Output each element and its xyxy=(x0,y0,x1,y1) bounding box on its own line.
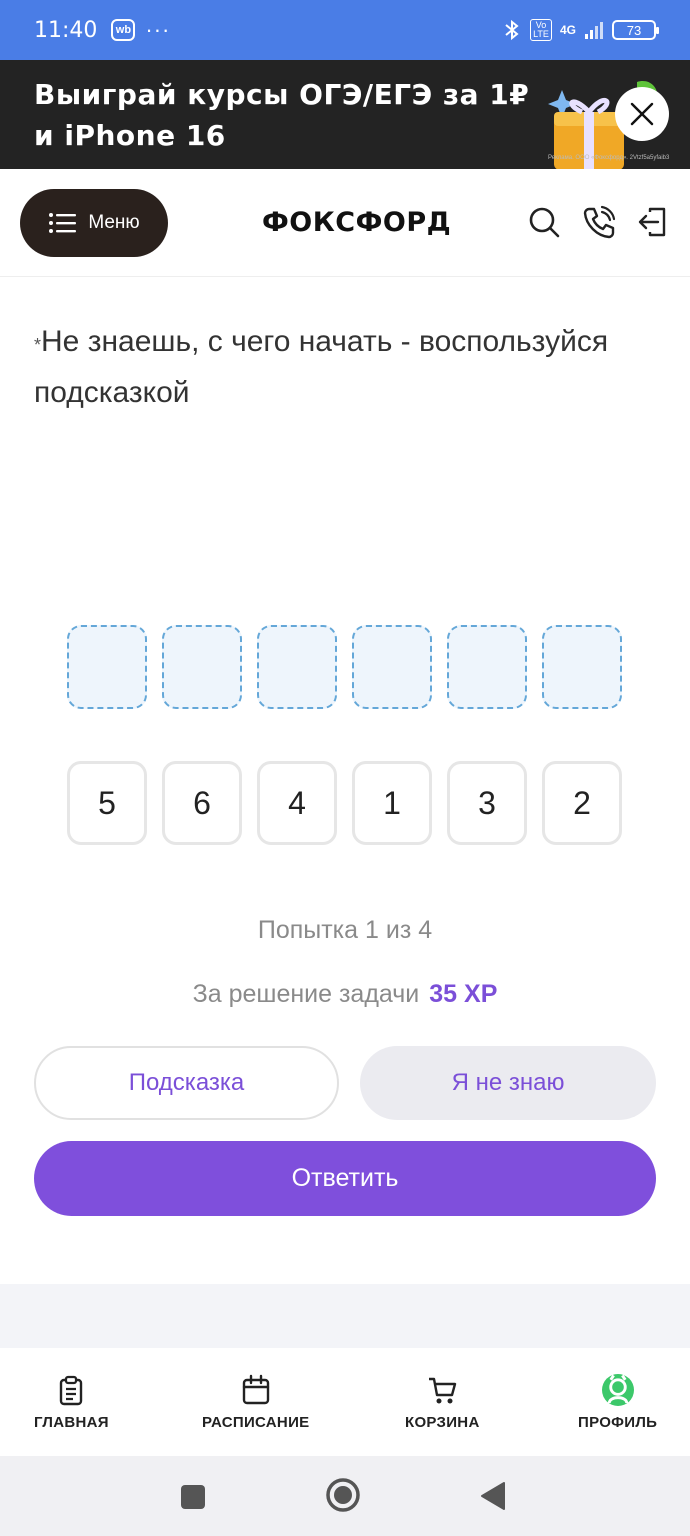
promo-banner[interactable]: Выиграй курсы ОГЭ/ЕГЭ за 1₽ и iPhone 16 … xyxy=(0,60,690,169)
network-type: 4G xyxy=(559,23,576,37)
site-header: Меню ФОКСФОРД xyxy=(0,169,690,277)
hint-button[interactable]: Подсказка xyxy=(34,1046,339,1120)
ad-legal-text: Реклама. ООО «Фоксфорд». 2Vtzf5a5yfaib3 xyxy=(548,155,670,161)
menu-label: Меню xyxy=(88,212,140,233)
foxford-logo[interactable]: ФОКСФОРД xyxy=(262,207,451,238)
number-tile[interactable]: 6 xyxy=(162,761,242,845)
more-notifications-icon: ··· xyxy=(145,17,171,42)
answer-slot[interactable] xyxy=(257,625,337,709)
reward-label: За решение задачи xyxy=(192,980,420,1008)
answer-slot[interactable] xyxy=(447,625,527,709)
number-tile[interactable]: 5 xyxy=(67,761,147,845)
hamburger-icon xyxy=(49,213,77,233)
nav-profile[interactable]: ПРОФИЛЬ xyxy=(578,1374,657,1431)
status-time: 11:40 xyxy=(34,17,98,43)
volte-icon: Vo LTE xyxy=(529,19,552,41)
bottom-navigation: ГЛАВНАЯ РАСПИСАНИЕ КОРЗИНА ПРОФИЛЬ xyxy=(0,1348,690,1456)
number-tile[interactable]: 1 xyxy=(352,761,432,845)
nav-schedule[interactable]: РАСПИСАНИЕ xyxy=(202,1374,309,1431)
close-icon xyxy=(630,102,654,126)
answer-slots xyxy=(67,625,622,709)
wb-app-icon: wb xyxy=(111,19,136,41)
hint-text: Не знаешь, с чего начать - воспользуйся … xyxy=(34,325,609,409)
bluetooth-icon xyxy=(502,19,522,41)
recents-button[interactable] xyxy=(180,1484,206,1515)
reward-xp: 35 XP xyxy=(429,980,498,1008)
answer-slot[interactable] xyxy=(352,625,432,709)
answer-slot[interactable] xyxy=(67,625,147,709)
banner-close-button[interactable] xyxy=(615,87,669,141)
back-triangle-icon xyxy=(481,1482,505,1510)
circle-icon xyxy=(326,1478,360,1512)
answer-slot[interactable] xyxy=(162,625,242,709)
profile-avatar-icon xyxy=(601,1374,634,1406)
search-icon[interactable] xyxy=(526,204,562,240)
nav-cart[interactable]: КОРЗИНА xyxy=(405,1374,480,1431)
menu-button[interactable]: Меню xyxy=(20,189,168,257)
nav-schedule-label: РАСПИСАНИЕ xyxy=(202,1414,310,1431)
nav-cart-label: КОРЗИНА xyxy=(405,1414,480,1431)
number-tile[interactable]: 4 xyxy=(257,761,337,845)
system-navigation-bar xyxy=(0,1456,690,1536)
status-bar: 11:40 wb ··· Vo LTE 4G 73 xyxy=(0,0,690,60)
content-footer-band xyxy=(0,1284,690,1348)
nav-profile-label: ПРОФИЛЬ xyxy=(578,1414,658,1431)
number-tile[interactable]: 2 xyxy=(542,761,622,845)
phone-icon[interactable] xyxy=(581,204,617,240)
clipboard-icon xyxy=(60,1375,83,1406)
reward-line: За решение задачи 35 XP xyxy=(0,980,690,1009)
signal-icon xyxy=(584,20,604,40)
number-tiles: 5 6 4 1 3 2 xyxy=(67,761,622,845)
hint-marker: * xyxy=(34,335,42,355)
attempt-counter: Попытка 1 из 4 xyxy=(257,916,433,944)
banner-title: Выиграй курсы ОГЭ/ЕГЭ за 1₽ и iPhone 16 xyxy=(34,78,530,152)
dont-know-button[interactable]: Я не знаю xyxy=(360,1046,656,1120)
answer-slot[interactable] xyxy=(542,625,622,709)
battery-icon: 73 xyxy=(612,20,659,40)
number-tile[interactable]: 3 xyxy=(447,761,527,845)
back-button[interactable] xyxy=(480,1481,506,1516)
task-hint-text: *Не знаешь, с чего начать - воспользуйся… xyxy=(34,316,664,418)
nav-home[interactable]: ГЛАВНАЯ xyxy=(34,1374,109,1431)
nav-home-label: ГЛАВНАЯ xyxy=(34,1414,109,1431)
calendar-icon xyxy=(242,1374,269,1405)
cart-icon xyxy=(429,1377,457,1404)
answer-button[interactable]: Ответить xyxy=(34,1141,656,1216)
login-icon[interactable] xyxy=(636,204,672,240)
square-icon xyxy=(181,1485,205,1509)
home-button[interactable] xyxy=(325,1477,361,1518)
